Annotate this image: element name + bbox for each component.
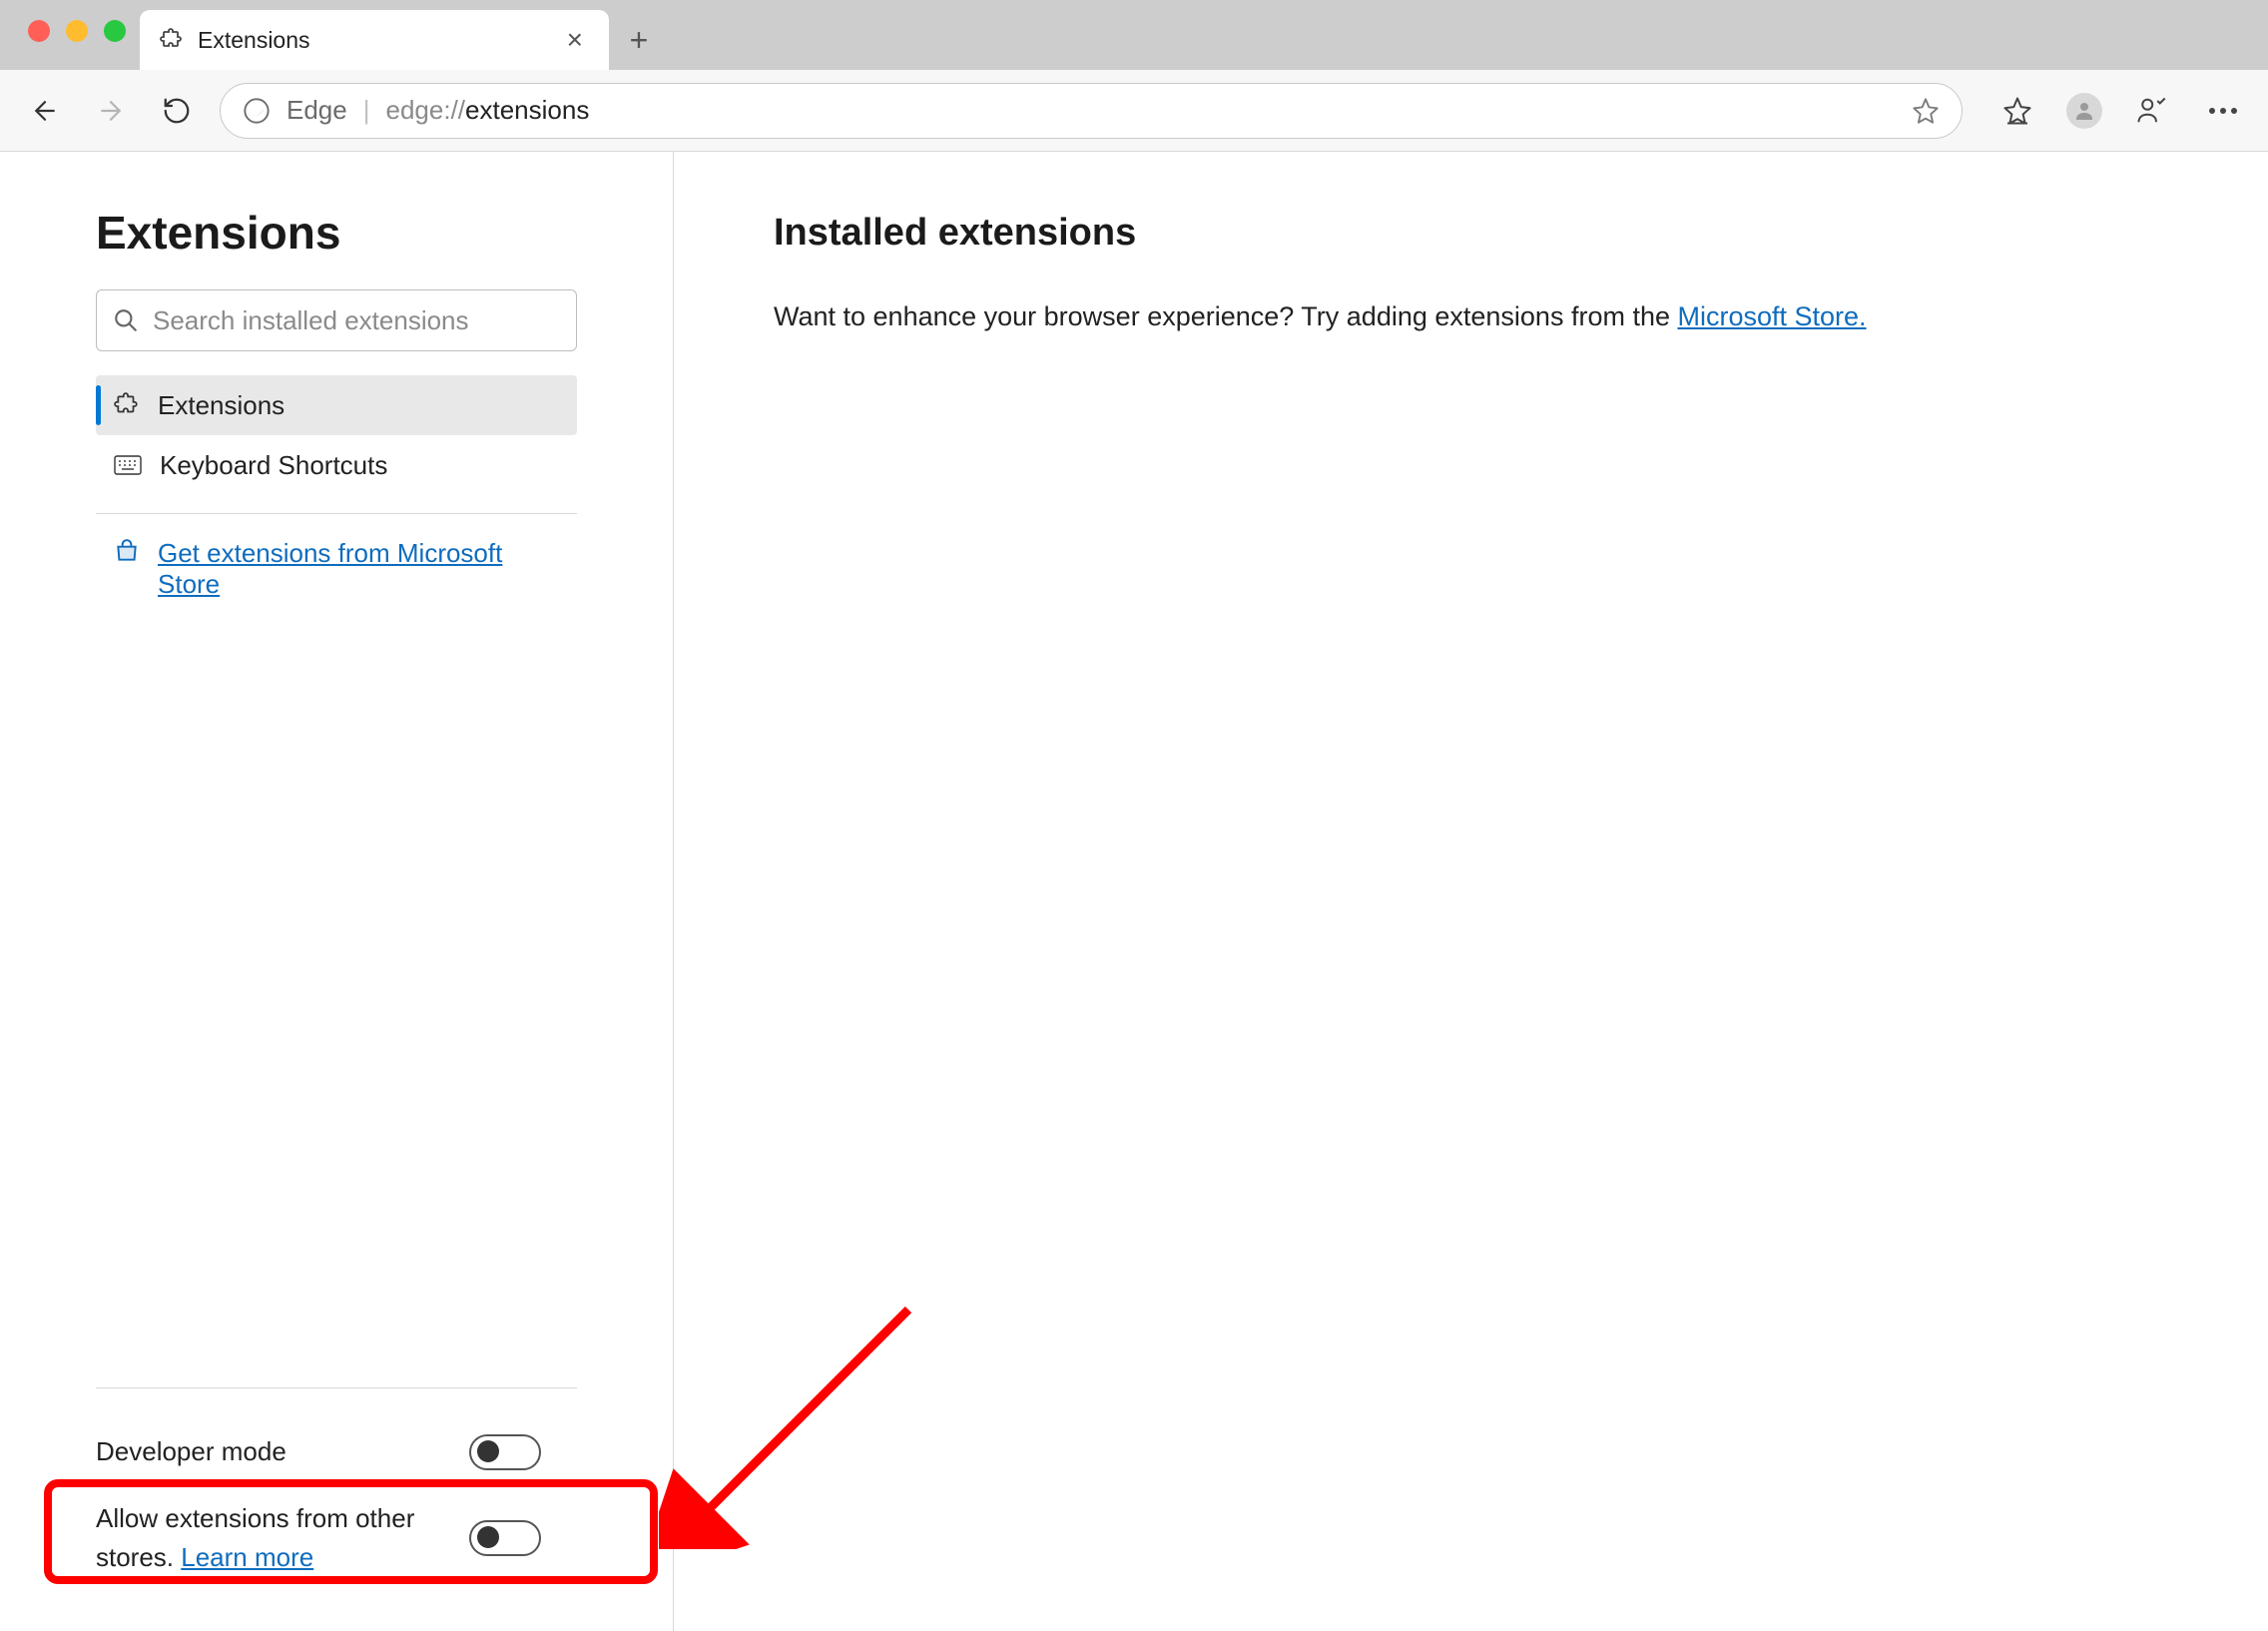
favorite-star-icon[interactable] xyxy=(1912,97,1940,125)
favorites-icon[interactable] xyxy=(1994,88,2040,134)
maximize-window-button[interactable] xyxy=(104,20,126,42)
browser-tab[interactable]: Extensions × xyxy=(140,10,609,70)
edge-logo-icon xyxy=(243,97,271,125)
settings-more-icon[interactable] xyxy=(2200,88,2246,134)
feedback-icon[interactable] xyxy=(2128,88,2174,134)
divider xyxy=(96,513,577,514)
developer-mode-label: Developer mode xyxy=(96,1432,455,1471)
developer-mode-row: Developer mode xyxy=(96,1418,577,1485)
window-controls xyxy=(28,20,126,42)
new-tab-button[interactable]: + xyxy=(609,10,669,70)
search-extensions-field[interactable] xyxy=(153,305,560,336)
search-icon xyxy=(113,307,139,333)
get-extensions-row: Get extensions from Microsoft Store xyxy=(96,532,577,600)
page-title: Extensions xyxy=(96,206,577,260)
other-stores-label: Allow extensions from other stores. Lear… xyxy=(96,1499,455,1577)
sidebar-item-label: Keyboard Shortcuts xyxy=(160,450,387,481)
page-body: Extensions Extensions Keyboard Shortcuts xyxy=(0,152,2268,1631)
url-separator: | xyxy=(363,95,370,126)
refresh-button[interactable] xyxy=(154,88,200,134)
extension-icon xyxy=(160,28,184,52)
forward-button[interactable] xyxy=(88,88,134,134)
toolbar-right-controls xyxy=(1983,88,2246,134)
url-identity-label: Edge xyxy=(286,95,347,126)
divider xyxy=(96,1387,577,1388)
learn-more-link[interactable]: Learn more xyxy=(181,1542,313,1572)
keyboard-icon xyxy=(114,455,142,475)
developer-mode-toggle[interactable] xyxy=(469,1434,541,1470)
address-bar[interactable]: Edge | edge://extensions xyxy=(220,83,1963,139)
close-window-button[interactable] xyxy=(28,20,50,42)
extension-icon xyxy=(114,392,140,418)
sidebar-item-keyboard-shortcuts[interactable]: Keyboard Shortcuts xyxy=(96,435,577,495)
sidebar: Extensions Extensions Keyboard Shortcuts xyxy=(0,152,674,1631)
get-extensions-link[interactable]: Get extensions from Microsoft Store xyxy=(158,538,559,600)
main-content: Installed extensions Want to enhance you… xyxy=(674,152,2268,1631)
other-stores-row: Allow extensions from other stores. Lear… xyxy=(96,1485,577,1591)
sidebar-item-extensions[interactable]: Extensions xyxy=(96,375,577,435)
store-icon xyxy=(114,538,140,600)
microsoft-store-link[interactable]: Microsoft Store. xyxy=(1678,301,1867,331)
profile-avatar[interactable] xyxy=(2066,93,2102,129)
browser-toolbar: Edge | edge://extensions xyxy=(0,70,2268,152)
tab-strip: Extensions × + xyxy=(0,0,2268,70)
sidebar-item-label: Extensions xyxy=(158,390,284,421)
tab-title: Extensions xyxy=(198,27,547,54)
minimize-window-button[interactable] xyxy=(66,20,88,42)
url-text: edge://extensions xyxy=(386,95,1897,126)
main-body-text: Want to enhance your browser experience?… xyxy=(774,296,2168,337)
other-stores-toggle[interactable] xyxy=(469,1520,541,1556)
search-extensions-input[interactable] xyxy=(96,289,577,351)
tab-close-button[interactable]: × xyxy=(561,24,589,56)
back-button[interactable] xyxy=(22,88,68,134)
main-heading: Installed extensions xyxy=(774,212,2168,255)
